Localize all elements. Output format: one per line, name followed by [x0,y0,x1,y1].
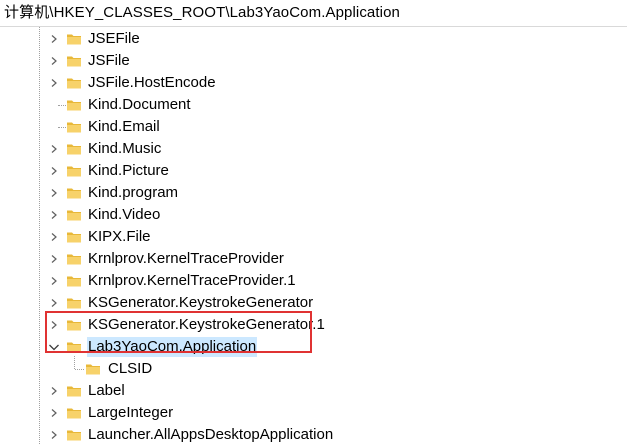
tree-item-label[interactable]: Kind.Music [87,139,162,159]
tree-item[interactable]: Label [0,380,627,402]
chevron-right-icon[interactable] [48,230,60,244]
chevron-right-icon[interactable] [48,186,60,200]
folder-icon [66,383,82,399]
folder-icon [66,31,82,47]
chevron-right-icon[interactable] [48,428,60,442]
tree-item-label[interactable]: Kind.Picture [87,161,170,181]
tree-item-label[interactable]: LargeInteger [87,403,174,423]
folder-icon [66,405,82,421]
tree-connector [75,369,84,370]
tree-item[interactable]: Kind.Email [0,116,627,138]
chevron-right-icon[interactable] [48,208,60,222]
tree-item[interactable]: Kind.Music [0,138,627,160]
tree-item-label[interactable]: Kind.Video [87,205,161,225]
tree-item[interactable]: KIPX.File [0,226,627,248]
folder-icon [66,273,82,289]
address-path[interactable]: 计算机\HKEY_CLASSES_ROOT\Lab3YaoCom.Applica… [4,4,400,22]
chevron-right-icon[interactable] [48,164,60,178]
tree-item[interactable]: JSFile.HostEncode [0,72,627,94]
tree-child-item[interactable]: CLSID [0,358,627,380]
tree-item[interactable]: JSFile [0,50,627,72]
folder-icon [66,53,82,69]
chevron-right-icon[interactable] [48,32,60,46]
folder-icon [66,251,82,267]
chevron-right-icon[interactable] [48,252,60,266]
annotation-highlight-box [45,311,312,353]
tree-item-label[interactable]: JSEFile [87,29,141,49]
folder-icon [66,207,82,223]
tree-item[interactable]: Kind.program [0,182,627,204]
address-bar[interactable]: 计算机\HKEY_CLASSES_ROOT\Lab3YaoCom.Applica… [0,0,627,27]
folder-icon [66,185,82,201]
tree-connector [58,105,66,106]
chevron-right-icon[interactable] [48,142,60,156]
registry-tree: JSEFile JSFile JSFile.HostEncode Kind.Docum… [0,27,627,444]
tree-item[interactable]: Kind.Picture [0,160,627,182]
chevron-right-icon[interactable] [48,406,60,420]
folder-icon [66,141,82,157]
folder-icon [66,97,82,113]
tree-item-label[interactable]: JSFile [87,51,131,71]
tree-item-label[interactable]: Launcher.AllAppsDesktopApplication [87,425,334,444]
folder-icon [66,427,82,443]
folder-icon [66,229,82,245]
folder-icon [66,75,82,91]
tree-item-label[interactable]: Krnlprov.KernelTraceProvider.1 [87,271,297,291]
tree-item-label[interactable]: Kind.program [87,183,179,203]
chevron-right-icon[interactable] [48,274,60,288]
chevron-right-icon[interactable] [48,296,60,310]
folder-icon [85,361,101,377]
folder-icon [66,163,82,179]
tree-item-label[interactable]: Krnlprov.KernelTraceProvider [87,249,285,269]
tree-item[interactable]: Kind.Document [0,94,627,116]
tree-item[interactable]: Krnlprov.KernelTraceProvider [0,248,627,270]
tree-item-label[interactable]: KIPX.File [87,227,152,247]
tree-item[interactable]: Launcher.AllAppsDesktopApplication [0,424,627,444]
tree-item-label[interactable]: Kind.Email [87,117,161,137]
tree-item-label[interactable]: JSFile.HostEncode [87,73,217,93]
chevron-right-icon[interactable] [48,76,60,90]
folder-icon [66,119,82,135]
tree-item[interactable]: Kind.Video [0,204,627,226]
tree-item[interactable]: JSEFile [0,28,627,50]
chevron-right-icon[interactable] [48,384,60,398]
tree-item-label[interactable]: KSGenerator.KeystrokeGenerator [87,293,314,313]
tree-connector [58,127,66,128]
tree-item[interactable]: LargeInteger [0,402,627,424]
tree-item-label[interactable]: Label [87,381,126,401]
tree-item-label[interactable]: Kind.Document [87,95,192,115]
chevron-right-icon[interactable] [48,54,60,68]
tree-item[interactable]: Krnlprov.KernelTraceProvider.1 [0,270,627,292]
tree-item-label[interactable]: CLSID [107,359,153,379]
folder-icon [66,295,82,311]
